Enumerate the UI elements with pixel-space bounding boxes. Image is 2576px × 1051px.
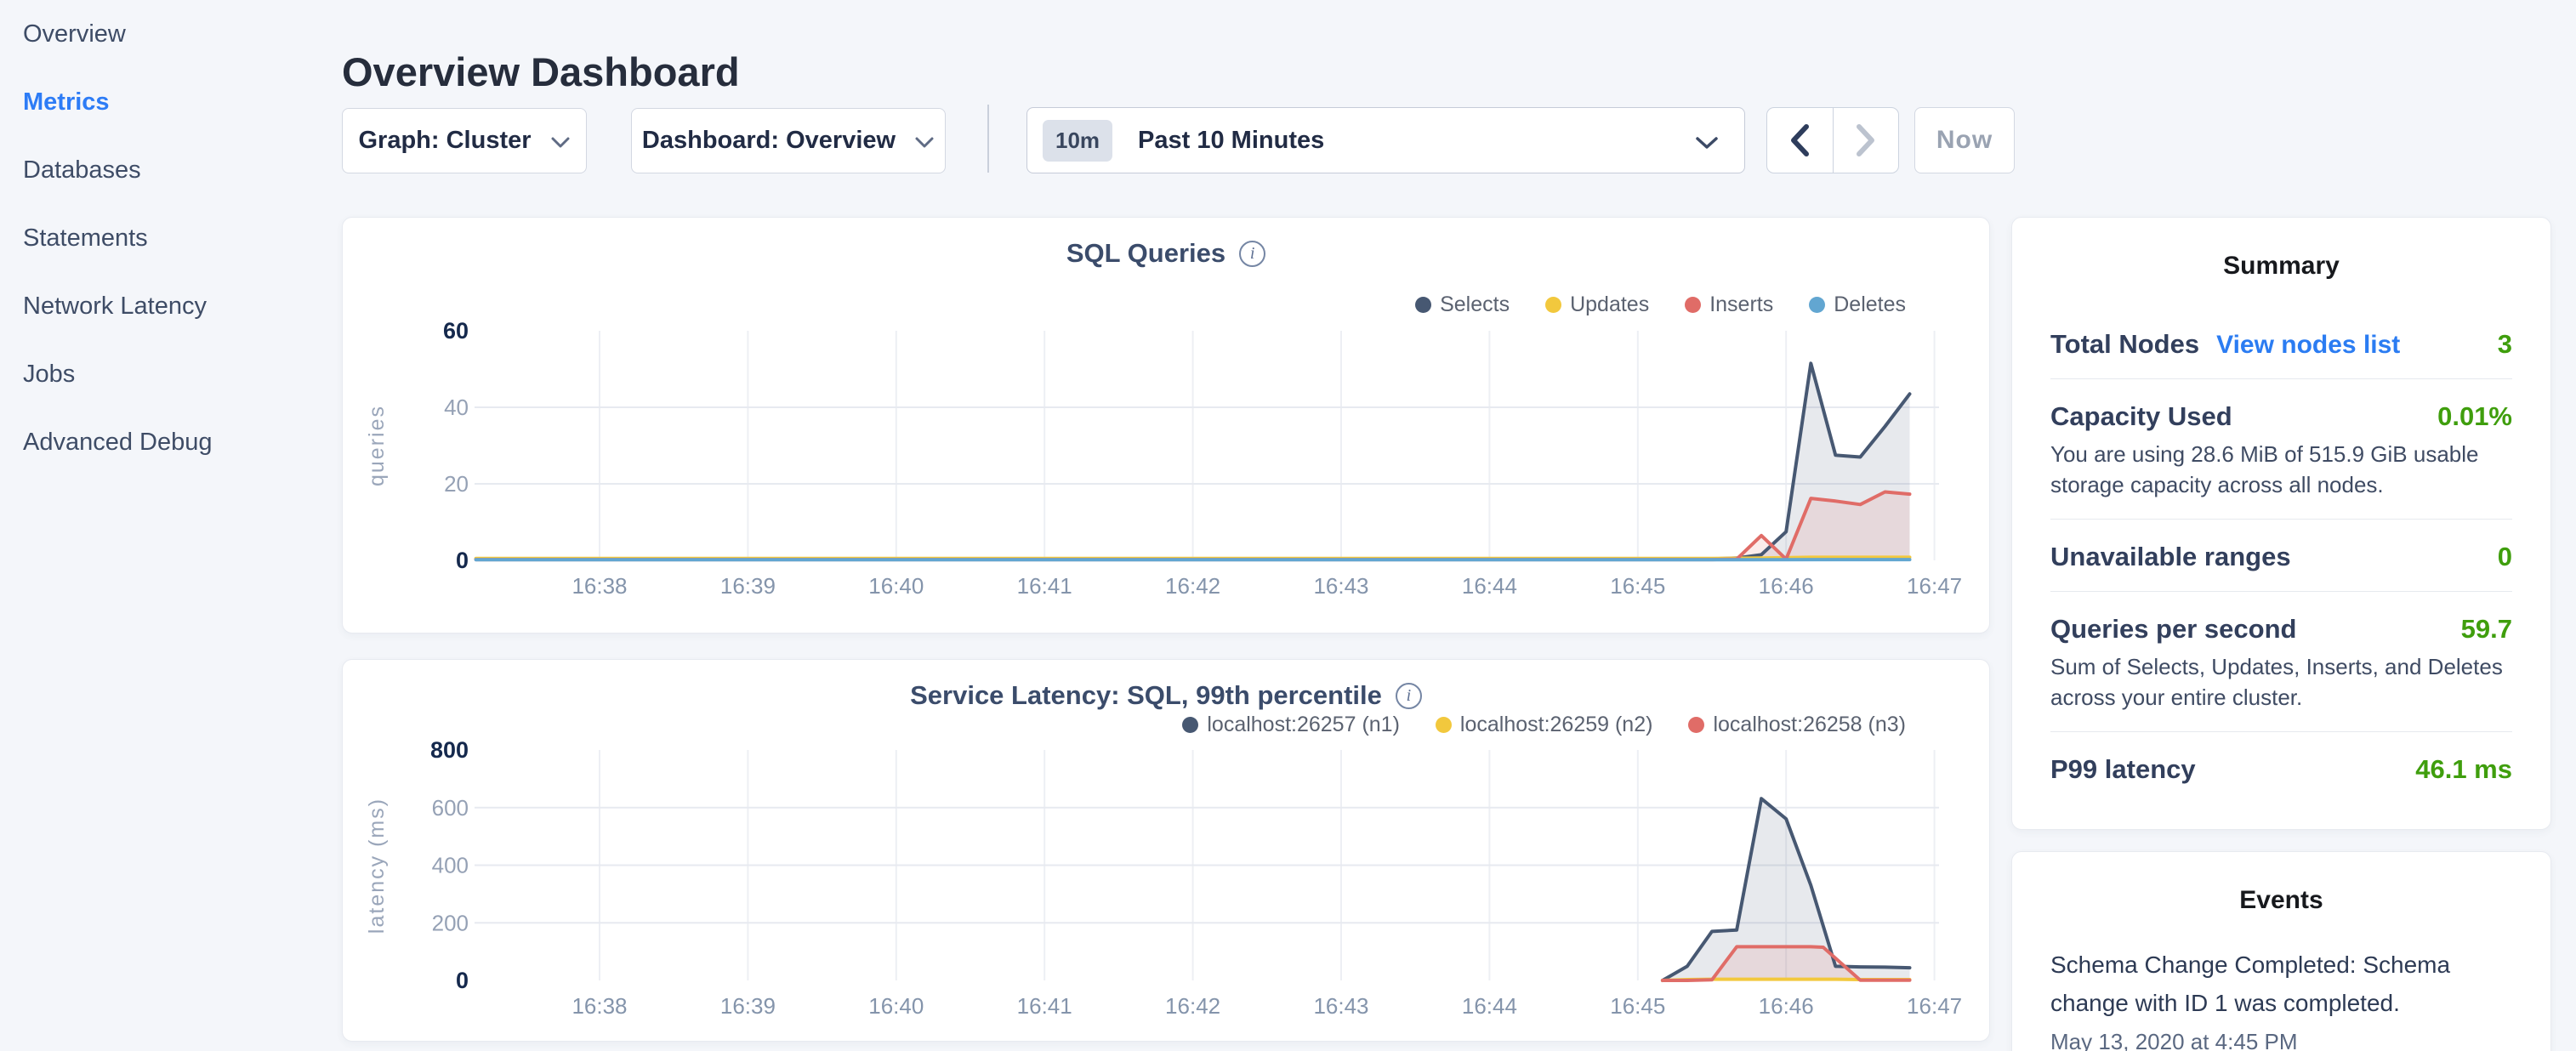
- app-root: Overview Metrics Databases Statements Ne…: [0, 0, 2576, 1051]
- summary-label: Total Nodes: [2050, 329, 2199, 360]
- svg-text:16:41: 16:41: [1017, 573, 1072, 599]
- svg-text:16:47: 16:47: [1907, 993, 1962, 1019]
- summary-row-total-nodes: Total Nodes View nodes list 3: [2050, 329, 2512, 360]
- summary-label: Capacity Used: [2050, 401, 2232, 432]
- svg-text:200: 200: [432, 910, 469, 935]
- svg-text:16:39: 16:39: [720, 993, 776, 1019]
- page-title: Overview Dashboard: [342, 48, 740, 95]
- time-preset-badge: 10m: [1043, 120, 1112, 162]
- time-range-label: Past 10 Minutes: [1138, 127, 1324, 155]
- summary-card: Summary Total Nodes View nodes list 3 Ca…: [2011, 217, 2551, 830]
- sidebar-item-overview[interactable]: Overview: [0, 0, 342, 68]
- chevron-left-icon: [1788, 123, 1811, 157]
- sidebar-item-metrics[interactable]: Metrics: [0, 68, 342, 136]
- chart-card-sql-queries: SQL Queries i SelectsUpdatesInsertsDelet…: [342, 217, 1990, 633]
- summary-value: 59.7: [2461, 614, 2512, 645]
- service-latency-chart[interactable]: 0 200 400 600 800 16:38 16:39 16:40 16:41 16:42 16…: [343, 660, 1991, 1042]
- summary-description: You are using 28.6 MiB of 515.9 GiB usab…: [2050, 439, 2512, 500]
- svg-text:queries: queries: [365, 405, 389, 486]
- view-nodes-link[interactable]: View nodes list: [2216, 331, 2400, 360]
- sidebar-item-statements[interactable]: Statements: [0, 204, 342, 272]
- time-step-buttons: [1766, 107, 1899, 173]
- svg-text:16:42: 16:42: [1165, 573, 1220, 599]
- summary-row-queries-per-second: Queries per second 59.7: [2050, 614, 2512, 645]
- event-timestamp: May 13, 2020 at 4:45 PM: [2050, 1029, 2512, 1051]
- summary-value: 0: [2498, 542, 2512, 572]
- summary-row-unavailable-ranges: Unavailable ranges 0: [2050, 542, 2512, 572]
- divider: [2050, 591, 2512, 592]
- time-range-picker[interactable]: 10m Past 10 Minutes: [1026, 107, 1745, 173]
- svg-text:600: 600: [432, 795, 469, 821]
- sidebar-item-advanced-debug[interactable]: Advanced Debug: [0, 408, 342, 476]
- sidebar: Overview Metrics Databases Statements Ne…: [0, 0, 342, 1051]
- svg-text:40: 40: [444, 395, 469, 420]
- summary-row-capacity-used: Capacity Used 0.01%: [2050, 401, 2512, 432]
- summary-row-p99-latency: P99 latency 46.1 ms: [2050, 754, 2512, 785]
- sidebar-item-databases[interactable]: Databases: [0, 136, 342, 204]
- svg-text:16:42: 16:42: [1165, 993, 1220, 1019]
- svg-text:16:38: 16:38: [571, 993, 627, 1019]
- svg-text:16:46: 16:46: [1759, 573, 1814, 599]
- svg-text:16:43: 16:43: [1313, 573, 1368, 599]
- header-divider: [987, 105, 989, 173]
- summary-label: Unavailable ranges: [2050, 542, 2291, 572]
- svg-text:800: 800: [430, 737, 469, 763]
- svg-text:16:47: 16:47: [1907, 573, 1962, 599]
- svg-text:16:40: 16:40: [868, 993, 924, 1019]
- summary-description: Sum of Selects, Updates, Inserts, and De…: [2050, 651, 2512, 713]
- svg-text:20: 20: [444, 471, 469, 497]
- chevron-right-icon: [1855, 123, 1877, 157]
- now-button[interactable]: Now: [1914, 107, 2015, 173]
- summary-title: Summary: [2012, 218, 2550, 281]
- summary-value: 46.1 ms: [2415, 754, 2512, 785]
- svg-text:16:38: 16:38: [571, 573, 627, 599]
- divider: [2050, 519, 2512, 520]
- summary-value: 0.01%: [2437, 401, 2512, 432]
- summary-value: 3: [2498, 329, 2512, 360]
- chevron-down-icon: [550, 136, 571, 149]
- events-card: Events Schema Change Completed: Schema c…: [2011, 851, 2551, 1051]
- svg-text:0: 0: [456, 548, 469, 573]
- svg-text:400: 400: [432, 853, 469, 878]
- svg-text:16:44: 16:44: [1462, 573, 1517, 599]
- summary-label: Queries per second: [2050, 614, 2296, 645]
- svg-text:16:43: 16:43: [1313, 993, 1368, 1019]
- event-text: Schema Change Completed: Schema change w…: [2050, 946, 2512, 1022]
- sql-queries-chart[interactable]: 0 20 40 60 16:38 16:39 16:40 16:41 16:42 16:43 16:…: [343, 218, 1991, 634]
- graph-dropdown-label: Graph: Cluster: [358, 127, 531, 155]
- divider: [2050, 378, 2512, 379]
- chart-card-service-latency: Service Latency: SQL, 99th percentile i …: [342, 659, 1990, 1042]
- chevron-down-icon: [914, 136, 935, 149]
- chevron-down-icon: [1695, 136, 1719, 151]
- svg-text:16:41: 16:41: [1017, 993, 1072, 1019]
- divider: [2050, 731, 2512, 732]
- svg-text:16:46: 16:46: [1759, 993, 1814, 1019]
- summary-label: P99 latency: [2050, 754, 2196, 785]
- svg-text:16:39: 16:39: [720, 573, 776, 599]
- dashboard-dropdown[interactable]: Dashboard: Overview: [631, 108, 946, 173]
- svg-text:latency (ms): latency (ms): [365, 798, 389, 934]
- svg-text:16:45: 16:45: [1610, 573, 1665, 599]
- next-time-button[interactable]: [1834, 108, 1899, 173]
- events-title: Events: [2012, 852, 2550, 915]
- prev-time-button[interactable]: [1767, 108, 1834, 173]
- svg-text:16:40: 16:40: [868, 573, 924, 599]
- sidebar-item-network-latency[interactable]: Network Latency: [0, 272, 342, 340]
- svg-text:16:44: 16:44: [1462, 993, 1517, 1019]
- graph-dropdown[interactable]: Graph: Cluster: [342, 108, 587, 173]
- sidebar-item-jobs[interactable]: Jobs: [0, 340, 342, 408]
- svg-text:0: 0: [456, 968, 469, 993]
- svg-text:16:45: 16:45: [1610, 993, 1665, 1019]
- svg-text:60: 60: [443, 318, 469, 344]
- dashboard-dropdown-label: Dashboard: Overview: [642, 127, 896, 155]
